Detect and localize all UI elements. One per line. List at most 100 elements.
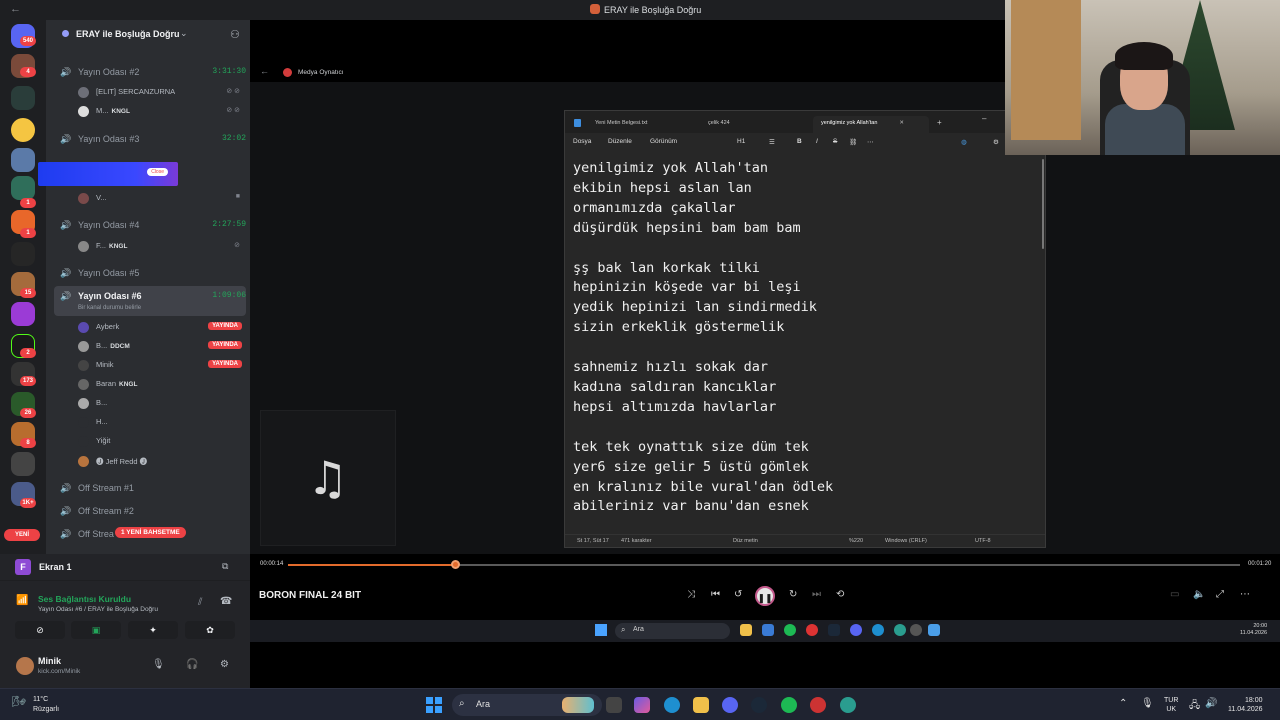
edge-icon[interactable] — [664, 697, 680, 713]
voice-member[interactable]: [ELIT] SERCANZURNA ⊘ ⊘ — [78, 86, 244, 99]
disconnect-icon[interactable]: ☎ — [220, 596, 232, 607]
noise-suppression-icon[interactable]: ⫽ — [198, 597, 202, 608]
voice-channel[interactable]: 🔊 Yayın Odası #3 32:02 — [60, 133, 246, 147]
gear-icon[interactable]: ⚙ — [220, 659, 229, 670]
voice-member[interactable]: Minik YAYINDA — [78, 359, 244, 372]
voice-member[interactable]: Baran KNGL — [78, 378, 244, 391]
copilot-icon[interactable] — [634, 697, 650, 713]
close-tab-icon[interactable]: ✕ — [899, 120, 904, 126]
seek-handle[interactable] — [450, 560, 460, 569]
voice-channel[interactable]: 🔊 Yayın Odası #5 — [60, 267, 246, 281]
more-options-icon[interactable]: ⋯ — [1240, 589, 1250, 600]
close-overlay-button[interactable]: Close — [147, 168, 168, 176]
speaker-icon[interactable]: 🔊 — [1205, 698, 1217, 709]
microphone-icon[interactable]: 🎙 — [152, 659, 165, 670]
link-icon[interactable]: ⛓ — [849, 138, 857, 146]
weather-widget[interactable]: 11°C Rüzgarlı — [33, 695, 59, 715]
camera-off-button[interactable]: ⊘ — [15, 621, 65, 639]
voice-member[interactable]: B... — [78, 397, 244, 410]
voice-channel-active[interactable]: 🔊 Yayın Odası #6 1:09:06 Bir kanal durum… — [60, 290, 246, 311]
new-mention-pill[interactable]: 1 YENİ BAHSETME — [115, 527, 186, 538]
strikethrough-icon[interactable]: S — [833, 138, 837, 145]
back-arrow-icon[interactable]: ← — [10, 3, 21, 15]
activities-button[interactable]: ✦ — [128, 621, 178, 639]
chevron-down-icon[interactable]: ⌄ — [180, 28, 188, 39]
seek-bar[interactable]: 00:00:14 00:01:20 — [250, 556, 1280, 574]
settings-icon[interactable]: ⚙ — [993, 138, 999, 146]
minimize-icon[interactable]: – — [982, 114, 986, 123]
weather-icon[interactable]: 🌬 — [12, 695, 26, 708]
windows-start-button[interactable] — [426, 697, 442, 713]
new-tab-icon[interactable]: + — [937, 118, 942, 127]
notepad-tab[interactable]: çelik 424 — [700, 116, 738, 133]
stream-preview-bar[interactable]: F Ekran 1 ⧉ — [0, 554, 250, 580]
next-icon[interactable]: ⏭ — [812, 589, 821, 600]
server-icon[interactable] — [11, 86, 35, 110]
spotify-icon[interactable] — [781, 697, 797, 713]
server-icon[interactable] — [11, 302, 35, 326]
previous-icon[interactable]: ⏮ — [711, 589, 720, 600]
volume-icon[interactable]: 🔈 — [1193, 589, 1205, 600]
rewind-icon[interactable]: ↺ — [734, 589, 742, 600]
scrollbar[interactable] — [1042, 159, 1044, 249]
signal-icon[interactable]: 📶 — [16, 595, 28, 606]
voice-channel[interactable]: 🔊 Yayın Odası #2 3:31:30 — [60, 66, 246, 80]
file-explorer-icon[interactable] — [693, 697, 709, 713]
popout-icon[interactable]: ⧉ — [222, 561, 228, 572]
browser-icon[interactable] — [840, 697, 856, 713]
miniplayer-icon[interactable]: ▭ — [1170, 589, 1179, 600]
heading-dropdown[interactable]: H1 — [737, 138, 745, 145]
bold-icon[interactable]: B — [797, 138, 802, 145]
new-servers-pill[interactable]: YENİ — [4, 529, 40, 541]
voice-member[interactable]: F... KNGL ⊘ — [78, 240, 244, 253]
voice-member[interactable]: H... — [78, 416, 244, 429]
voice-member[interactable]: 🅙 Jeff Redd 🅙 — [78, 455, 244, 468]
invite-people-icon[interactable]: ⚇ — [230, 28, 240, 41]
server-icon[interactable] — [11, 242, 35, 266]
voice-connection-status[interactable]: Ses Bağlantısı Kuruldu — [38, 594, 131, 604]
server-icon[interactable] — [11, 176, 35, 200]
task-view-icon[interactable] — [606, 697, 622, 713]
taskbar-search[interactable]: ⌕ Ara — [452, 694, 602, 716]
voice-member[interactable]: M... KNGL ⊘ ⊘ — [78, 105, 244, 118]
voice-member[interactable]: Yiğit — [78, 435, 244, 448]
server-icon[interactable] — [11, 118, 35, 142]
menu-file[interactable]: Dosya — [573, 138, 591, 145]
avatar[interactable] — [16, 657, 34, 675]
forward-icon[interactable]: ↻ — [789, 589, 797, 600]
repeat-off-icon[interactable]: ⟲ — [836, 589, 844, 600]
notepad-tab[interactable]: Yeni Metin Belgesi.txt — [587, 116, 655, 133]
guild-header[interactable]: ERAY ile Boşluğa Doğru ⌄ ⚇ — [46, 20, 250, 48]
input-language[interactable]: TUR UK — [1164, 696, 1178, 714]
voice-channel-path[interactable]: Yayın Odası #6 / ERAY ile Boşluğa Doğru — [38, 606, 158, 613]
copilot-icon[interactable]: ◍ — [961, 138, 967, 146]
network-icon[interactable]: 🖧 — [1189, 698, 1200, 715]
menu-edit[interactable]: Düzenle — [608, 138, 632, 145]
list-icon[interactable]: ☰ — [769, 138, 775, 146]
headphones-icon[interactable]: 🎧 — [186, 659, 198, 670]
server-icon[interactable] — [11, 452, 35, 476]
channel-status[interactable]: Bir kanal durumu belirle — [78, 305, 141, 311]
voice-member[interactable]: Ayberk YAYINDA — [78, 321, 244, 334]
menu-view[interactable]: Görünüm — [650, 138, 677, 145]
notepad-text-area[interactable]: yenilgimiz yok Allah'tan ekibin hepsi asl… — [573, 159, 1033, 517]
app-icon[interactable] — [810, 697, 826, 713]
microphone-icon[interactable]: 🎙 — [1141, 698, 1154, 709]
fullscreen-icon[interactable]: ⤢ — [1216, 589, 1224, 600]
voice-member[interactable]: B... DDCM YAYINDA — [78, 340, 244, 353]
back-arrow-icon[interactable]: ← — [260, 66, 269, 76]
italic-icon[interactable]: I — [816, 138, 818, 145]
voice-channel[interactable]: 🔊 Yayın Odası #4 2:27:59 — [60, 219, 246, 233]
shuffle-icon[interactable]: ⤨ — [687, 589, 695, 600]
screen-share-button[interactable]: ▣ — [71, 621, 121, 639]
server-icon[interactable] — [11, 148, 35, 172]
voice-channel[interactable]: 🔊 Off Stream #2 — [60, 505, 246, 519]
voice-channel[interactable]: 🔊 Off Stream #1 — [60, 482, 246, 496]
voice-member[interactable]: V... ■ — [78, 192, 244, 205]
soundboard-button[interactable]: ✿ — [185, 621, 235, 639]
more-icon[interactable]: ⋯ — [867, 138, 874, 146]
chevron-up-icon[interactable]: ⌃ — [1119, 698, 1127, 709]
steam-icon[interactable] — [751, 697, 767, 713]
discord-icon[interactable] — [722, 697, 738, 713]
pause-button[interactable]: ❚❚ — [755, 586, 775, 606]
